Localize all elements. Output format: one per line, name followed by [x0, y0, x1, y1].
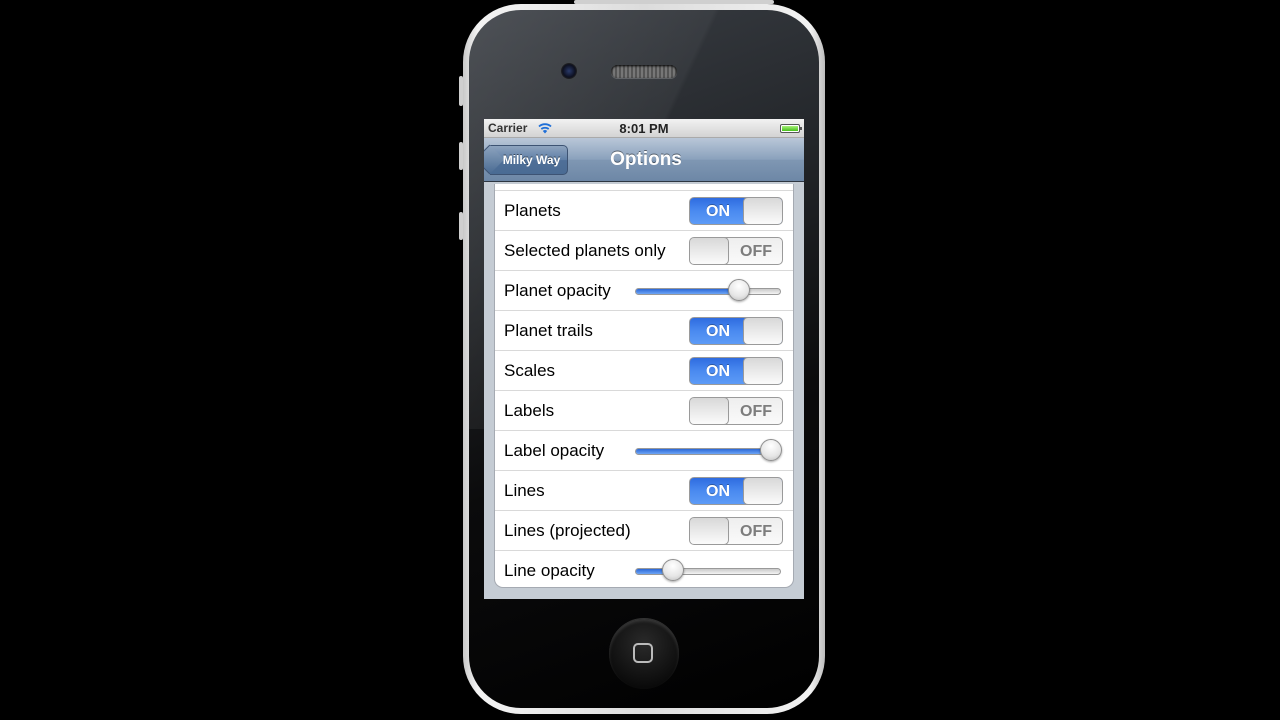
toggle-state-label: ON	[706, 483, 730, 500]
opacity-slider[interactable]	[635, 439, 782, 461]
home-button[interactable]	[609, 619, 679, 689]
toggle-knob[interactable]	[690, 518, 729, 544]
table-row: Planets ON	[495, 190, 793, 230]
back-button-label: Milky Way	[502, 153, 561, 167]
toggle-state-label: ON	[706, 203, 730, 220]
row-label: Planets	[504, 200, 561, 220]
slider-thumb[interactable]	[759, 439, 782, 461]
slider-track[interactable]	[635, 288, 781, 295]
slider-thumb[interactable]	[727, 279, 750, 301]
device-screen: Carrier 8:01 PM Milky Way Options Planet…	[484, 119, 804, 599]
table-row: Scales ON	[495, 350, 793, 390]
row-label: Planet opacity	[504, 280, 611, 300]
status-bar: Carrier 8:01 PM	[484, 119, 804, 138]
table-row: Line opacity	[495, 550, 793, 587]
slider-fill	[636, 449, 770, 454]
opacity-slider[interactable]	[635, 279, 781, 301]
toggle-knob[interactable]	[743, 478, 782, 504]
toggle-knob[interactable]	[690, 398, 729, 424]
navigation-bar: Milky Way Options	[484, 138, 804, 182]
opacity-slider[interactable]	[635, 559, 781, 581]
options-group: Planets ON Selected planets only OFF Planet …	[494, 184, 794, 588]
toggle-knob[interactable]	[743, 358, 782, 384]
row-label: Lines	[504, 480, 545, 500]
row-label: Lines (projected)	[504, 520, 631, 540]
table-row: Lines (projected) OFF	[495, 510, 793, 550]
toggle-state-label: OFF	[740, 523, 772, 540]
table-row: Label opacity	[495, 430, 793, 470]
earpiece-speaker	[611, 65, 677, 78]
table-row: Planet trails ON	[495, 310, 793, 350]
row-label: Selected planets only	[504, 240, 666, 260]
options-table[interactable]: Planets ON Selected planets only OFF Planet …	[484, 182, 804, 599]
table-row: Labels OFF	[495, 390, 793, 430]
toggle-state-label: ON	[706, 323, 730, 340]
toggle-state-label: ON	[706, 363, 730, 380]
status-time: 8:01 PM	[619, 121, 669, 136]
home-square-icon	[633, 643, 653, 663]
table-row: Planet opacity	[495, 270, 793, 310]
toggle-knob[interactable]	[690, 238, 729, 264]
toggle-switch[interactable]: ON	[689, 317, 783, 345]
battery-icon	[780, 124, 802, 133]
front-camera-icon	[561, 63, 577, 79]
toggle-state-label: OFF	[740, 403, 772, 420]
toggle-knob[interactable]	[743, 318, 782, 344]
slider-fill	[636, 289, 739, 294]
slider-thumb[interactable]	[661, 559, 684, 581]
slider-track[interactable]	[635, 568, 781, 575]
table-row: Selected planets only OFF	[495, 230, 793, 270]
toggle-state-label: OFF	[740, 243, 772, 260]
row-label: Line opacity	[504, 560, 595, 580]
toggle-switch[interactable]: ON	[689, 357, 783, 385]
toggle-switch[interactable]: OFF	[689, 517, 783, 545]
toggle-switch[interactable]: OFF	[689, 397, 783, 425]
toggle-switch[interactable]: OFF	[689, 237, 783, 265]
row-label: Labels	[504, 400, 555, 420]
table-row: Lines ON	[495, 470, 793, 510]
toggle-switch[interactable]: ON	[689, 477, 783, 505]
row-label: Scales	[504, 360, 556, 380]
row-label: Label opacity	[504, 440, 605, 460]
row-label: Planet trails	[504, 320, 593, 340]
toggle-switch[interactable]: ON	[689, 197, 783, 225]
toggle-knob[interactable]	[743, 198, 782, 224]
